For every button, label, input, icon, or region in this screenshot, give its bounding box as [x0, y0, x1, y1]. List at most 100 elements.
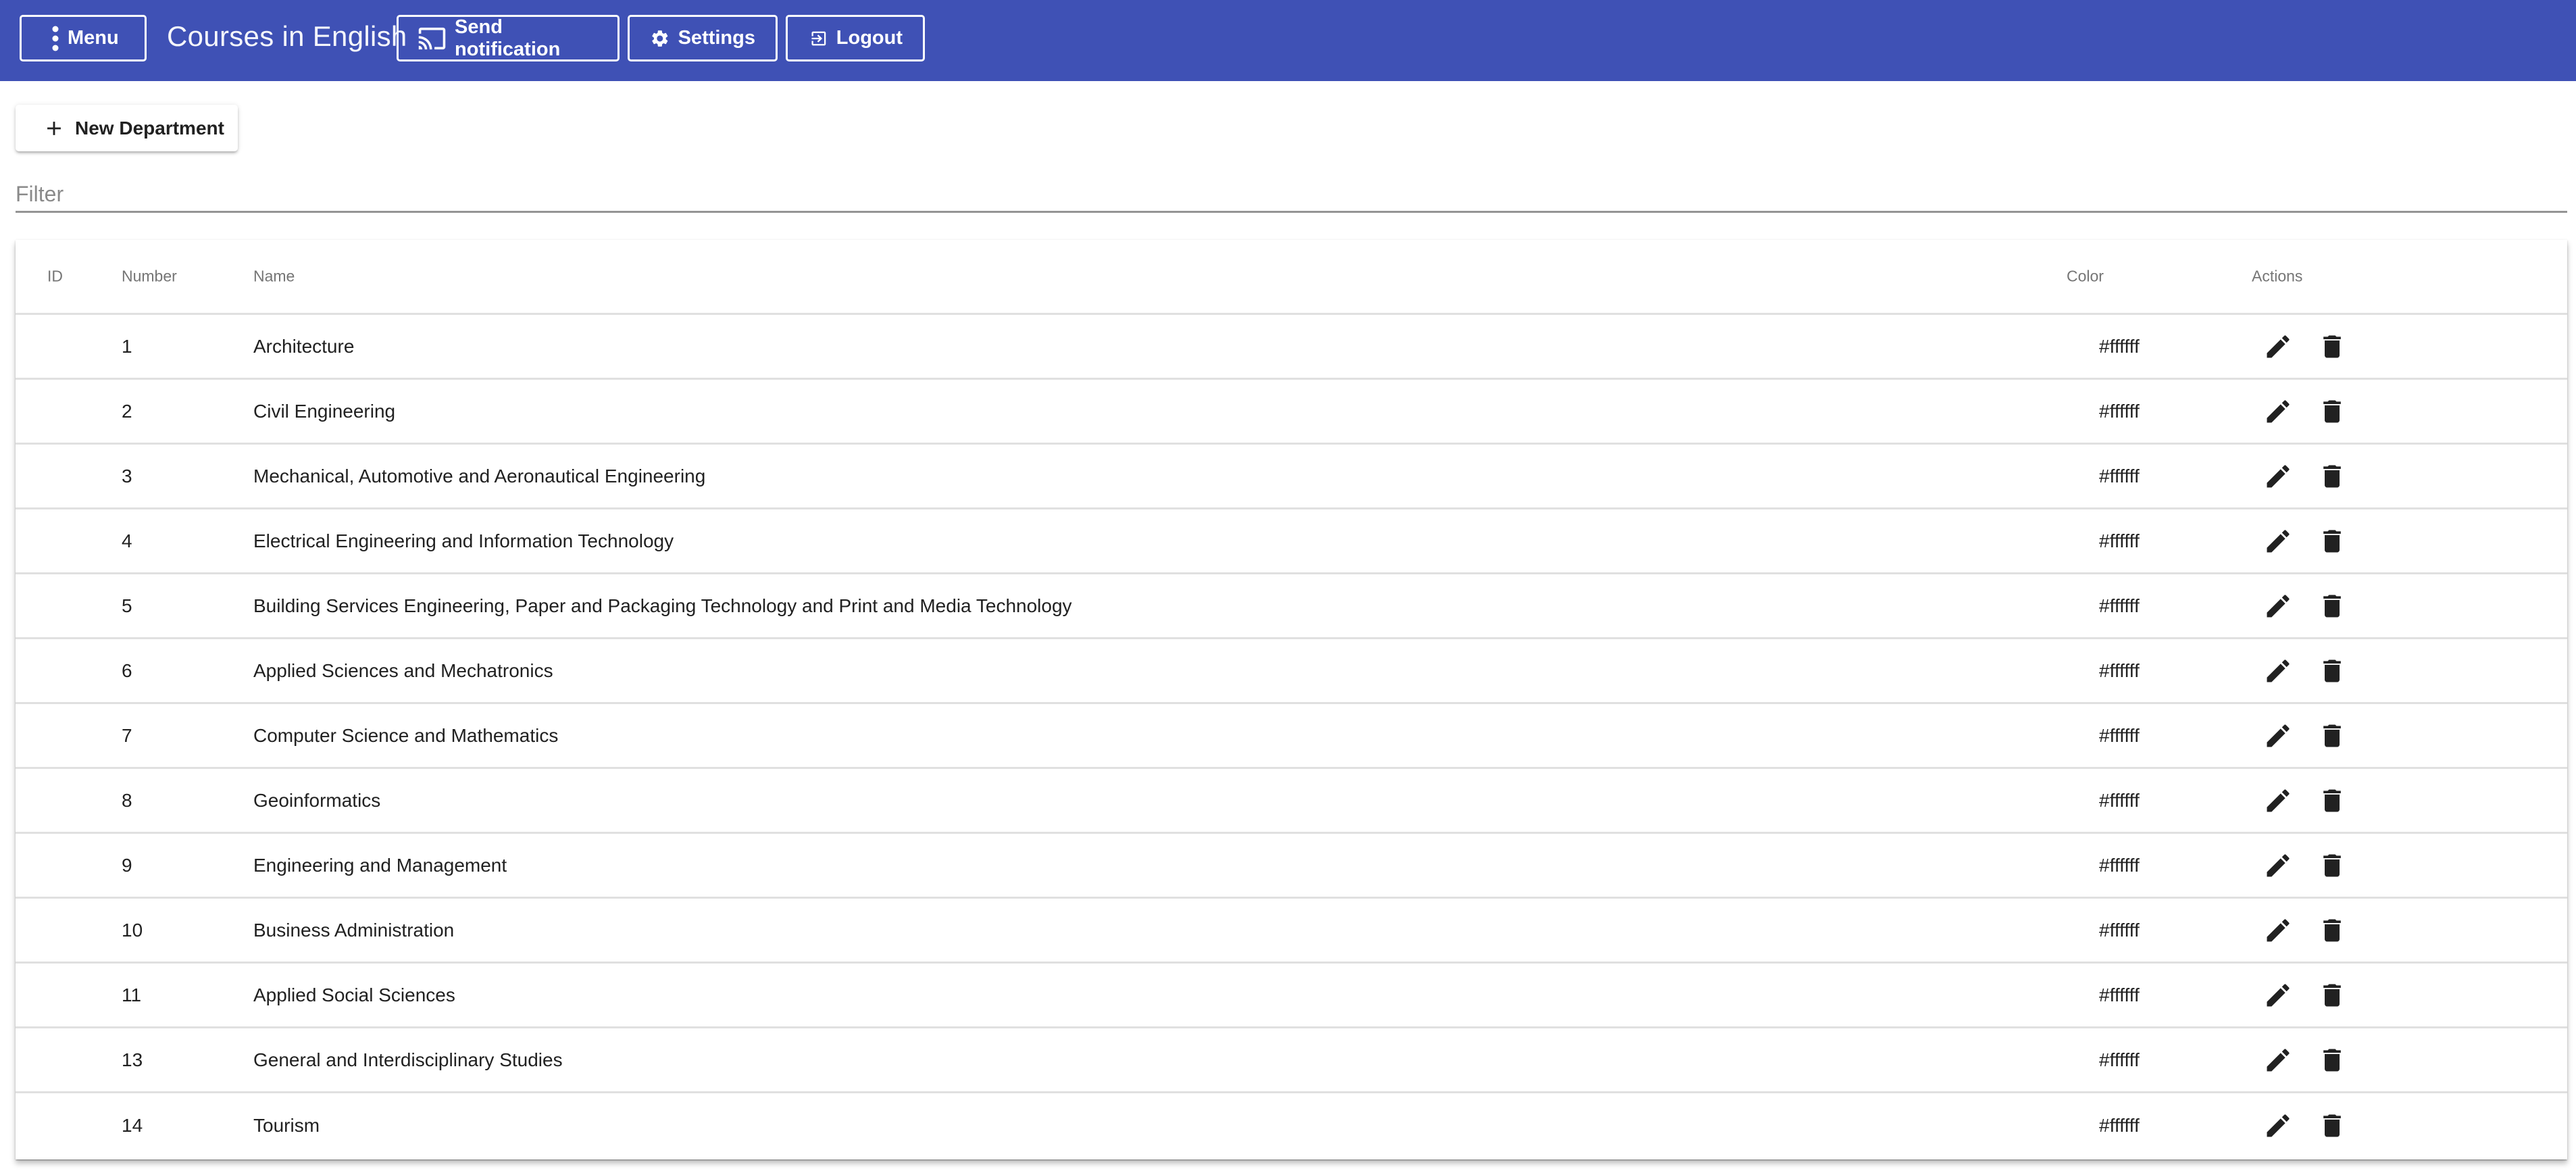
- delete-button[interactable]: [2316, 720, 2348, 752]
- cell-number: 11: [122, 984, 142, 1005]
- edit-button[interactable]: [2262, 849, 2294, 882]
- cell-number: 2: [122, 400, 132, 422]
- table-row: 5 Building Services Engineering, Paper an…: [16, 574, 2567, 639]
- cell-number: 7: [122, 724, 132, 746]
- table-row: 7 Computer Science and Mathematics #ffffff: [16, 704, 2567, 769]
- delete-button[interactable]: [2316, 914, 2348, 947]
- cell-name: Building Services Engineering, Paper and…: [253, 595, 1072, 616]
- edit-icon: [2267, 594, 2290, 617]
- delete-icon: [2323, 530, 2341, 552]
- cast-icon: [418, 27, 446, 49]
- cell-color: #ffffff: [2099, 789, 2140, 811]
- cell-name: Electrical Engineering and Information T…: [253, 530, 674, 551]
- cell-color: #ffffff: [2099, 465, 2140, 486]
- cell-number: 8: [122, 789, 132, 811]
- edit-icon: [2267, 1114, 2290, 1137]
- delete-button[interactable]: [2316, 1109, 2348, 1142]
- delete-button[interactable]: [2316, 849, 2348, 882]
- delete-button[interactable]: [2316, 979, 2348, 1012]
- delete-button[interactable]: [2316, 330, 2348, 363]
- edit-button[interactable]: [2262, 1109, 2294, 1142]
- edit-button[interactable]: [2262, 1044, 2294, 1076]
- settings-label: Settings: [678, 27, 755, 49]
- delete-icon: [2323, 1114, 2341, 1137]
- cell-name: Computer Science and Mathematics: [253, 724, 559, 746]
- edit-button[interactable]: [2262, 655, 2294, 687]
- cell-color: #ffffff: [2099, 595, 2140, 616]
- cell-name: Applied Sciences and Mechatronics: [253, 659, 553, 681]
- edit-button[interactable]: [2262, 525, 2294, 557]
- delete-icon: [2323, 595, 2341, 617]
- cell-name: Applied Social Sciences: [253, 984, 455, 1005]
- filter-field: [16, 172, 2567, 213]
- cell-color: #ffffff: [2099, 1115, 2140, 1136]
- delete-button[interactable]: [2316, 784, 2348, 817]
- delete-icon: [2323, 724, 2341, 747]
- cell-number: 4: [122, 530, 132, 551]
- cell-color: #ffffff: [2099, 919, 2140, 941]
- cell-number: 9: [122, 854, 132, 876]
- settings-button[interactable]: Settings: [628, 15, 778, 61]
- table-row: 10 Business Administration #ffffff: [16, 899, 2567, 964]
- delete-button[interactable]: [2316, 395, 2348, 428]
- edit-button[interactable]: [2262, 979, 2294, 1012]
- delete-button[interactable]: [2316, 655, 2348, 687]
- menu-button-label: Menu: [68, 27, 119, 49]
- edit-button[interactable]: [2262, 330, 2294, 363]
- cell-name: Geoinformatics: [253, 789, 381, 811]
- cell-number: 5: [122, 595, 132, 616]
- cell-name: Tourism: [253, 1115, 320, 1136]
- menu-button[interactable]: Menu: [20, 15, 147, 61]
- filter-input[interactable]: [16, 172, 2567, 210]
- column-header-number[interactable]: Number: [122, 268, 177, 286]
- edit-icon: [2267, 789, 2290, 812]
- column-header-id[interactable]: ID: [47, 268, 63, 286]
- delete-icon: [2323, 400, 2341, 422]
- send-notification-button[interactable]: Send notification: [397, 15, 620, 61]
- edit-button[interactable]: [2262, 720, 2294, 752]
- column-header-color[interactable]: Color: [2067, 268, 2104, 286]
- cell-color: #ffffff: [2099, 984, 2140, 1005]
- delete-button[interactable]: [2316, 1044, 2348, 1076]
- cell-number: 13: [122, 1049, 143, 1070]
- cell-number: 14: [122, 1115, 143, 1136]
- delete-icon: [2323, 465, 2341, 487]
- cell-color: #ffffff: [2099, 724, 2140, 746]
- more-vert-icon: [52, 26, 59, 51]
- edit-button[interactable]: [2262, 590, 2294, 622]
- edit-button[interactable]: [2262, 784, 2294, 817]
- filter-underline: [16, 211, 2567, 213]
- send-notification-label: Send notification: [455, 16, 561, 60]
- table-row: 11 Applied Social Sciences #ffffff: [16, 964, 2567, 1028]
- logout-button[interactable]: Logout: [786, 15, 925, 61]
- cell-name: Architecture: [253, 335, 355, 357]
- delete-icon: [2323, 854, 2341, 876]
- table-row: 13 General and Interdisciplinary Studies #…: [16, 1028, 2567, 1093]
- cell-name: General and Interdisciplinary Studies: [253, 1049, 563, 1070]
- top-toolbar: Menu Courses in English Send notificatio…: [0, 0, 2576, 81]
- cell-color: #ffffff: [2099, 335, 2140, 357]
- cell-number: 10: [122, 919, 143, 941]
- delete-button[interactable]: [2316, 460, 2348, 493]
- cell-color: #ffffff: [2099, 530, 2140, 551]
- cell-color: #ffffff: [2099, 400, 2140, 422]
- delete-button[interactable]: [2316, 525, 2348, 557]
- cell-color: #ffffff: [2099, 854, 2140, 876]
- column-header-name[interactable]: Name: [253, 268, 295, 286]
- edit-icon: [2267, 853, 2290, 876]
- edit-icon: [2267, 1048, 2290, 1071]
- edit-button[interactable]: [2262, 395, 2294, 428]
- table-row: 3 Mechanical, Automotive and Aeronautical…: [16, 445, 2567, 509]
- edit-button[interactable]: [2262, 914, 2294, 947]
- cell-number: 1: [122, 335, 132, 357]
- cell-color: #ffffff: [2099, 1049, 2140, 1070]
- edit-button[interactable]: [2262, 460, 2294, 493]
- new-department-button[interactable]: New Department: [16, 105, 238, 151]
- cell-color: #ffffff: [2099, 659, 2140, 681]
- delete-button[interactable]: [2316, 590, 2348, 622]
- delete-icon: [2323, 1049, 2341, 1071]
- table-header-row: ID Number Name Color Actions: [16, 240, 2567, 315]
- cell-name: Civil Engineering: [253, 400, 396, 422]
- cell-number: 3: [122, 465, 132, 486]
- edit-icon: [2267, 983, 2290, 1006]
